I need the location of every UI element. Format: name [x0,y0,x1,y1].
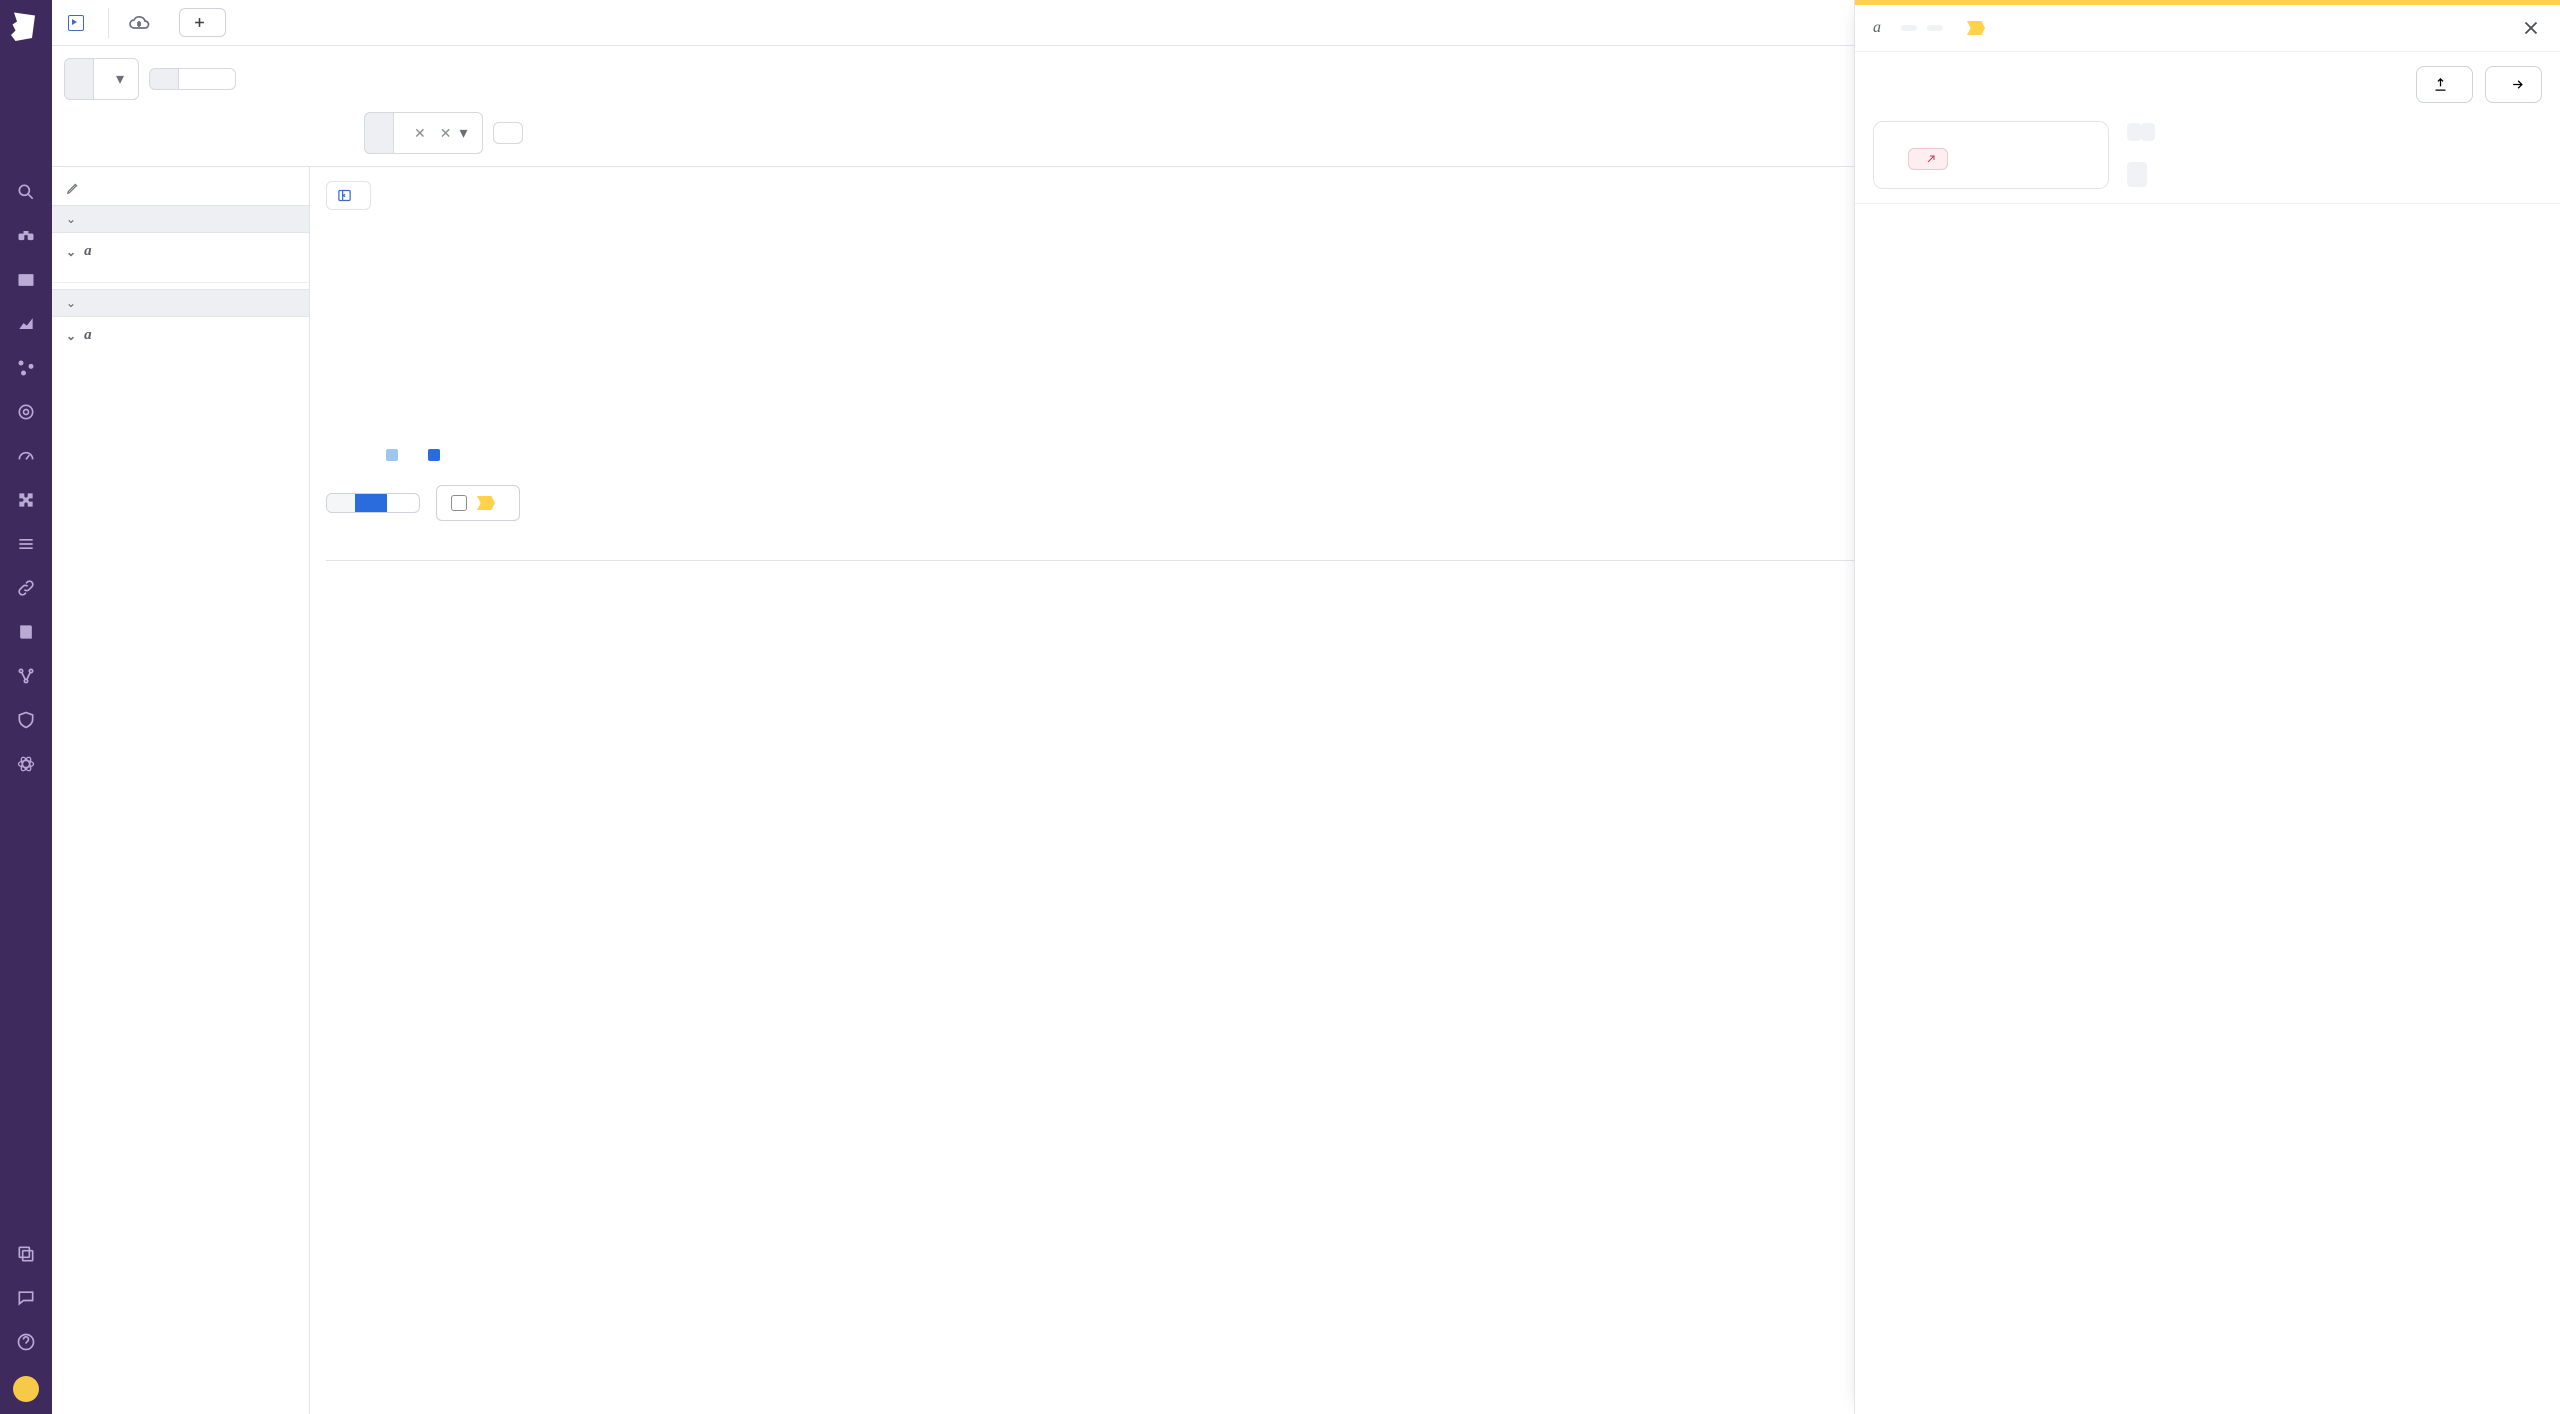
pencil-icon[interactable] [66,181,80,195]
gauge-icon[interactable] [16,446,36,466]
flag-icon [477,496,495,510]
group-by-select[interactable]: ✕ ✕ ▾ [393,112,483,154]
aws-custom-section[interactable]: ⌄ [52,289,309,317]
view-service-button[interactable] [2485,66,2542,103]
caret-down-icon: ▾ [459,123,467,143]
summary-description [2127,121,2542,189]
save-button[interactable] [179,8,226,37]
divider [108,8,109,38]
filter-by-value[interactable] [178,68,207,90]
chevron-down-icon: ⌄ [66,245,76,259]
checkbox-icon [451,495,467,511]
list-icon[interactable] [16,534,36,554]
page-title [127,11,161,35]
tab-overview[interactable] [284,7,290,38]
aws-icon: a [84,243,92,260]
export-notebook-button[interactable] [2416,66,2473,103]
facet-row[interactable]: ⌄a [52,317,309,354]
team-tag[interactable] [2127,162,2147,187]
hide-controls-button[interactable] [326,181,371,210]
metric-type-label [64,58,93,100]
close-icon[interactable] [2520,17,2542,39]
chevron-down-icon: ⌄ [66,329,76,343]
caret-down-icon: ▾ [116,69,124,89]
copy-icon[interactable] [16,1244,36,1264]
aws-icon: a [84,327,92,344]
puzzle-icon[interactable] [16,490,36,510]
chevron-down-icon: ⌄ [66,296,76,310]
link-icon[interactable] [16,578,36,598]
tag-web-store[interactable] [1927,25,1943,31]
left-nav-rail [0,0,52,1414]
tags-input[interactable] [207,68,236,90]
binoculars-icon[interactable] [16,226,36,246]
remove-chip-icon[interactable]: ✕ [414,125,426,142]
chat-icon[interactable] [16,1288,36,1308]
aws-icon: a [1873,19,1881,37]
filters-sidebar: ⌄ ⌄ a ⌄ [52,167,310,1414]
spend-line-chart [1873,240,2545,430]
atom-icon[interactable] [16,754,36,774]
aws-bill-section[interactable]: ⌄ [52,205,309,233]
flow-icon[interactable] [16,666,36,686]
panel-header: a [1855,5,2560,52]
header-tabs [284,7,346,38]
datadog-logo[interactable] [8,8,44,44]
search-icon[interactable] [16,182,36,202]
target-icon[interactable] [16,402,36,422]
user-avatar[interactable] [13,1376,39,1402]
what-happened-card [1873,121,2109,189]
analyze-as-toggle [326,493,420,513]
cost-change-panel: a [1854,0,2560,1414]
help-icon[interactable] [16,1332,36,1352]
views-icon [68,15,84,31]
analytics-icon[interactable] [16,314,36,334]
facet-aws-product[interactable]: ⌄ a [66,243,100,260]
chevron-down-icon: ⌄ [66,212,76,226]
shield-icon[interactable] [16,710,36,730]
aggregate-option[interactable] [355,494,387,512]
graph-nodes-icon[interactable] [16,358,36,378]
remove-chip-icon[interactable]: ✕ [440,125,452,142]
filter-by-label [149,68,178,90]
tag-ec2[interactable] [1901,25,1917,31]
costper-line-chart [2222,448,2543,568]
dashboard-icon[interactable] [16,270,36,290]
pct-increase-badge [1908,148,1948,170]
flag-icon [1967,21,1985,35]
group-by-label [364,112,393,154]
book-icon[interactable] [16,622,36,642]
breakdown-option[interactable] [387,494,419,512]
rollup-select[interactable] [493,122,523,144]
metric-type-select[interactable]: ▾ [93,58,139,100]
top-changes-toggle[interactable] [436,485,520,521]
views-button[interactable] [68,15,90,31]
cloud-cost-icon [127,11,151,35]
resources-line-chart [1873,448,2194,568]
